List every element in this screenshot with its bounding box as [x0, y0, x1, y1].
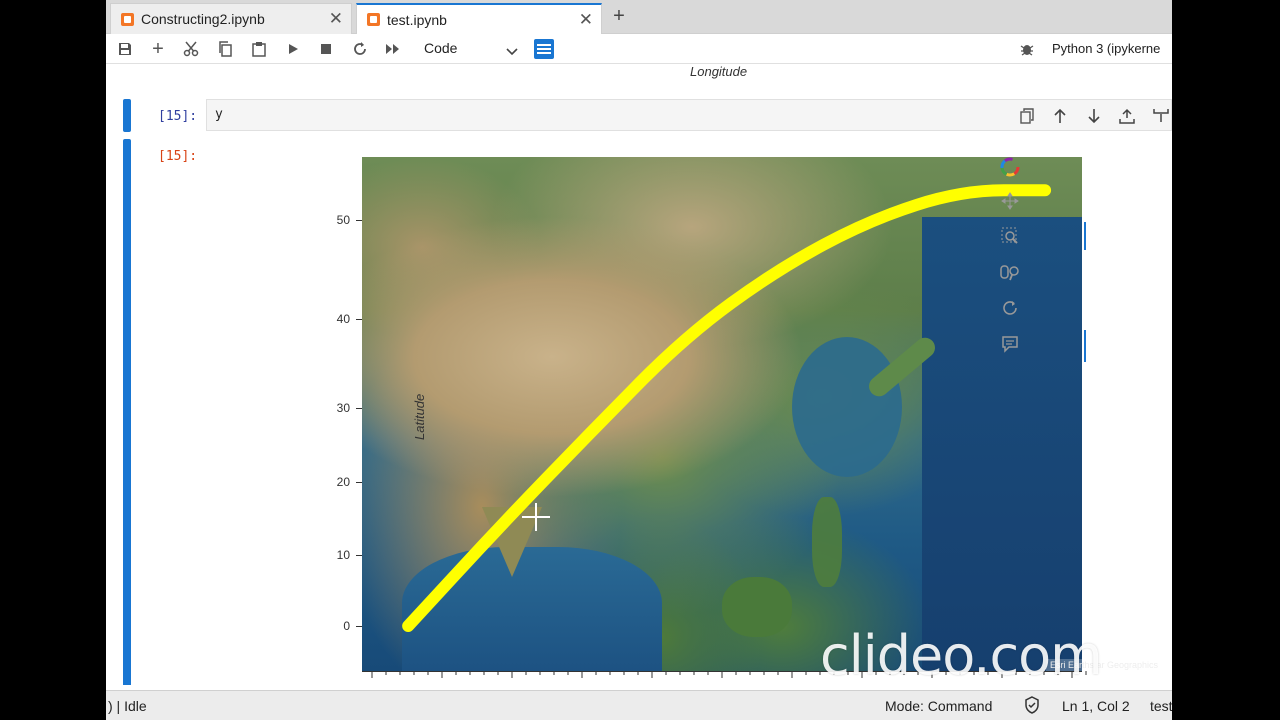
crosshair-cursor-icon [522, 503, 550, 531]
pan-icon[interactable] [998, 189, 1022, 213]
mode-indicator: Mode: Command [885, 698, 993, 714]
move-down-icon[interactable] [1083, 105, 1105, 127]
tab-label: test.ipynb [387, 11, 447, 28]
kernel-name[interactable]: Python 3 (ipykerne [1052, 41, 1160, 56]
y-tick-label: 10 [336, 548, 350, 562]
copy-icon[interactable] [214, 38, 236, 60]
y-tick-mark [356, 626, 362, 627]
box-zoom-icon[interactable] [998, 224, 1022, 248]
reset-icon[interactable] [998, 296, 1022, 320]
file-name: test [1150, 698, 1172, 714]
active-tool-indicator [1084, 222, 1086, 250]
property-inspector-icon[interactable] [534, 39, 554, 59]
tab-test[interactable]: test.ipynb ✕ [356, 3, 602, 34]
notebook-toolbar: + Code Python 3 (ipykerne [106, 34, 1172, 64]
move-up-icon[interactable] [1049, 105, 1071, 127]
tab-constructing2[interactable]: Constructing2.ipynb ✕ [110, 3, 352, 34]
cursor-position[interactable]: Ln 1, Col 2 [1062, 698, 1130, 714]
stop-icon[interactable] [315, 38, 337, 60]
kernel-status[interactable]: ) | Idle [108, 698, 147, 714]
notebook-panel: Longitude [15]: y [15]: 50 40 30 20 10 0… [106, 64, 1172, 685]
output-prompt: [15]: [158, 149, 198, 164]
y-tick-label: 50 [336, 213, 350, 227]
y-axis-label: Latitude [412, 393, 427, 440]
chevron-down-icon[interactable] [506, 43, 518, 61]
y-tick-label: 0 [343, 619, 350, 633]
close-icon[interactable]: ✕ [329, 9, 343, 29]
shield-check-icon[interactable] [1024, 696, 1040, 717]
tab-label: Constructing2.ipynb [141, 11, 265, 27]
y-tick-mark [356, 482, 362, 483]
y-tick-label: 40 [336, 312, 350, 326]
y-tick-mark [356, 555, 362, 556]
paste-icon[interactable] [248, 38, 270, 60]
wheel-zoom-icon[interactable] [998, 260, 1022, 284]
output-collapser[interactable] [123, 139, 131, 685]
hover-icon[interactable] [998, 332, 1022, 356]
debugger-icon[interactable] [1020, 42, 1034, 61]
notebook-icon [121, 12, 134, 26]
y-tick-label: 30 [336, 401, 350, 415]
cut-icon[interactable] [180, 38, 202, 60]
jupyterlab-window: Constructing2.ipynb ✕ test.ipynb ✕ + + C… [106, 0, 1172, 720]
y-tick-mark [356, 408, 362, 409]
bokeh-logo-icon[interactable] [998, 155, 1022, 179]
save-icon[interactable] [114, 38, 136, 60]
tab-bar: Constructing2.ipynb ✕ test.ipynb ✕ + [106, 0, 1172, 34]
add-cell-icon[interactable]: + [147, 38, 169, 60]
insert-above-icon[interactable] [1116, 105, 1138, 127]
cell-collapser[interactable] [123, 99, 131, 132]
active-tool-indicator [1084, 330, 1086, 362]
input-prompt: [15]: [158, 109, 198, 124]
restart-icon[interactable] [349, 38, 371, 60]
close-icon[interactable]: ✕ [579, 10, 593, 30]
insert-below-icon[interactable] [1150, 105, 1172, 127]
run-icon[interactable] [282, 38, 304, 60]
notebook-icon [367, 13, 380, 26]
y-tick-mark [356, 220, 362, 221]
previous-output-axis-label: Longitude [690, 64, 748, 79]
add-tab-button[interactable]: + [606, 4, 632, 30]
code-text: y [215, 107, 223, 122]
fast-forward-icon[interactable] [382, 38, 404, 60]
y-tick-label: 20 [336, 475, 350, 489]
route-line [402, 184, 1052, 632]
y-tick-mark [356, 319, 362, 320]
clideo-watermark: clideo.com [820, 624, 1103, 687]
duplicate-cell-icon[interactable] [1016, 105, 1038, 127]
status-bar: ) | Idle Mode: Command Ln 1, Col 2 test [106, 690, 1172, 720]
